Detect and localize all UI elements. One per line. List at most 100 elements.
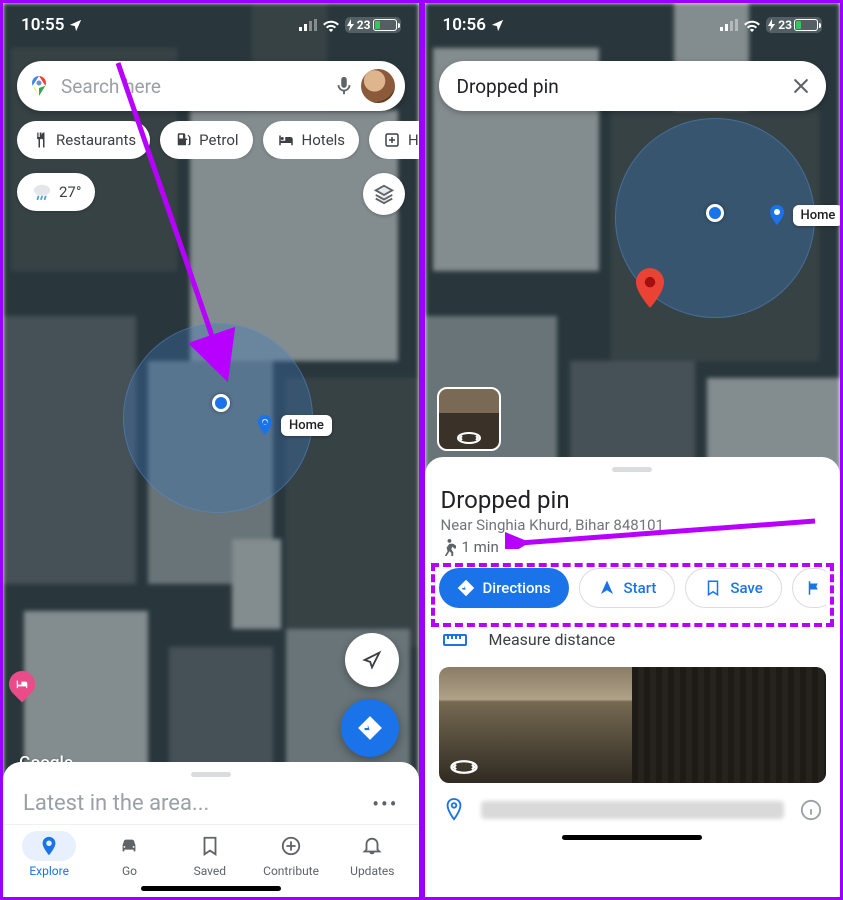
charging-icon	[347, 19, 355, 31]
layers-button[interactable]	[363, 173, 405, 215]
battery-percent: 23	[357, 18, 371, 32]
tab-label: Updates	[350, 864, 394, 878]
home-saved-place[interactable]: Home	[253, 413, 332, 437]
home-pin-icon	[765, 203, 789, 227]
streetview-thumbnail[interactable]	[437, 387, 501, 451]
tab-label: Saved	[194, 864, 226, 878]
bookmark-icon	[704, 579, 722, 597]
layers-icon	[373, 183, 395, 205]
button-label: Save	[730, 579, 762, 597]
home-label: Home	[281, 415, 332, 436]
wifi-icon	[743, 19, 761, 32]
chip-label: Hotels	[302, 131, 346, 149]
dropped-pin-icon[interactable]	[636, 268, 664, 308]
streetview-preview[interactable]	[439, 667, 827, 783]
tab-label: Go	[122, 864, 137, 878]
petrol-icon	[174, 131, 192, 149]
home-saved-place[interactable]: Home	[765, 203, 843, 227]
flag-icon	[805, 579, 823, 597]
category-chips-row: Restaurants Petrol Hotels Hospitals	[17, 121, 419, 159]
chip-hospitals[interactable]: Hospitals	[369, 121, 418, 159]
status-time: 10:55	[21, 15, 64, 35]
chip-restaurants[interactable]: Restaurants	[17, 121, 150, 159]
search-bar[interactable]: Dropped pin	[439, 61, 827, 111]
directions-button[interactable]: Directions	[439, 568, 569, 608]
status-time: 10:56	[443, 15, 486, 35]
explore-pin-icon	[38, 835, 60, 857]
drag-handle[interactable]	[191, 772, 231, 777]
navigate-icon	[598, 579, 616, 597]
bell-icon	[361, 835, 383, 857]
search-bar[interactable]: Search here	[17, 61, 405, 111]
action-buttons-row: Directions Start Save	[439, 568, 827, 608]
chip-label: Restaurants	[56, 131, 136, 149]
battery-indicator: 23	[345, 17, 401, 33]
battery-percent: 23	[778, 18, 792, 32]
home-pin-icon	[253, 413, 277, 437]
sheet-title: Latest in the area...	[23, 791, 209, 816]
directions-fab[interactable]	[341, 699, 399, 757]
ruler-icon	[443, 631, 467, 649]
bottom-sheet[interactable]: Latest in the area... ••• Explore Go Sav…	[3, 762, 419, 897]
measure-label: Measure distance	[489, 630, 616, 649]
info-icon[interactable]	[800, 799, 822, 821]
chip-label: Hospitals	[408, 131, 418, 149]
weather-temp: 27°	[59, 183, 81, 201]
hospital-icon	[383, 131, 401, 149]
more-icon[interactable]: •••	[372, 792, 398, 816]
start-button[interactable]: Start	[579, 568, 676, 608]
tab-label: Contribute	[263, 864, 319, 878]
tab-label: Explore	[29, 864, 69, 878]
status-bar: 10:55 23	[3, 3, 419, 47]
tab-updates[interactable]: Updates	[345, 831, 399, 878]
tab-go[interactable]: Go	[102, 831, 156, 878]
cellular-icon	[720, 19, 738, 31]
drag-handle[interactable]	[612, 467, 652, 472]
place-title: Dropped pin	[441, 486, 825, 514]
bed-icon	[15, 677, 29, 691]
tab-contribute[interactable]: Contribute	[263, 831, 319, 878]
search-placeholder: Search here	[61, 75, 333, 98]
bottom-tabs: Explore Go Saved Contribute Updates	[3, 824, 419, 880]
recenter-button[interactable]	[345, 633, 399, 687]
bookmark-icon	[199, 835, 221, 857]
measure-distance-row[interactable]: Measure distance	[439, 624, 827, 667]
chip-hotels[interactable]: Hotels	[263, 121, 360, 159]
home-label: Home	[793, 205, 843, 226]
marker-icon	[443, 797, 465, 823]
rain-cloud-icon	[31, 183, 53, 201]
phone-right: Home 10:56 23 Dropped pin Dropped pin	[422, 0, 843, 900]
button-label: Directions	[483, 579, 551, 597]
address-details-row[interactable]	[439, 783, 827, 829]
place-address: Near Singhia Khurd, Bihar 848101	[441, 516, 825, 534]
home-indicator[interactable]	[141, 886, 281, 891]
location-arrow-icon	[490, 18, 505, 33]
close-icon	[791, 76, 811, 96]
weather-pill[interactable]: 27°	[17, 173, 95, 211]
tab-saved[interactable]: Saved	[183, 831, 237, 878]
home-indicator[interactable]	[562, 835, 702, 840]
account-avatar[interactable]	[361, 69, 395, 103]
current-location-dot[interactable]	[212, 394, 230, 412]
directions-icon	[457, 579, 475, 597]
button-label: Start	[624, 579, 657, 597]
phone-left: Home 10:55 23 Search here Restaurants	[0, 0, 422, 900]
chip-petrol[interactable]: Petrol	[160, 121, 252, 159]
cellular-icon	[299, 19, 317, 31]
streetview-360-icon	[449, 759, 479, 775]
restaurant-icon	[31, 131, 49, 149]
current-location-dot[interactable]	[706, 204, 724, 222]
address-text-blurred	[481, 801, 785, 819]
search-value: Dropped pin	[457, 75, 787, 98]
charging-icon	[768, 19, 776, 31]
save-button[interactable]: Save	[685, 568, 781, 608]
place-card[interactable]: Dropped pin Near Singhia Khurd, Bihar 84…	[425, 457, 841, 897]
streetview-360-icon	[456, 431, 482, 445]
walk-icon	[441, 539, 456, 556]
clear-search-button[interactable]	[786, 71, 816, 101]
wifi-icon	[322, 19, 340, 32]
microphone-icon[interactable]	[333, 75, 355, 97]
google-maps-logo-icon	[27, 74, 51, 98]
tab-explore[interactable]: Explore	[22, 831, 76, 878]
more-action-button[interactable]	[792, 568, 826, 608]
